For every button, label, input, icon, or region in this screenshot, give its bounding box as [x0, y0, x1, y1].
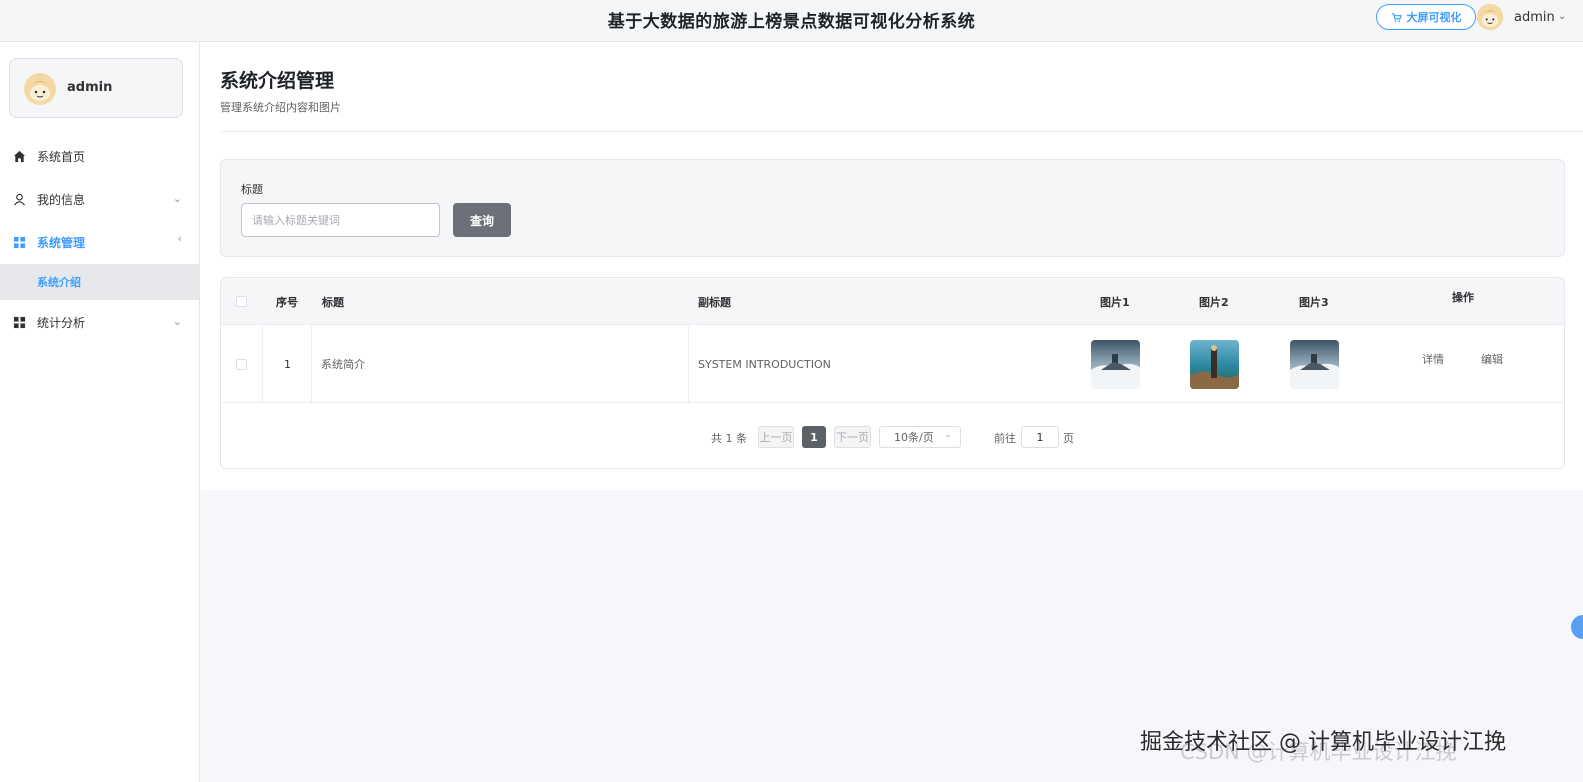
table-header: 序号 标题 副标题 图片1 图片2 图片3 操作: [221, 278, 1564, 325]
top-header: 基于大数据的旅游上榜景点数据可视化分析系统 大屏可视化 admin ⌄: [0, 0, 1583, 42]
row-image2[interactable]: [1190, 325, 1239, 403]
sidebar-item-my-info[interactable]: 我的信息 ⌄: [0, 179, 199, 219]
home-icon: [12, 149, 26, 163]
floating-action-button[interactable]: [1571, 615, 1583, 639]
user-icon: [12, 192, 26, 206]
big-screen-button[interactable]: 大屏可视化: [1376, 4, 1476, 30]
row-image3[interactable]: [1290, 325, 1339, 403]
sidebar-item-statistics[interactable]: 统计分析 ⌄: [0, 302, 199, 342]
row-subtitle: SYSTEM INTRODUCTION: [698, 357, 831, 371]
select-all-checkbox[interactable]: [236, 278, 247, 325]
image-thumbnail[interactable]: [1290, 339, 1339, 389]
profile-card: admin: [9, 58, 183, 118]
search-input[interactable]: [241, 203, 440, 237]
header-username[interactable]: admin: [1514, 10, 1555, 25]
prev-page-button[interactable]: 上一页: [758, 426, 794, 448]
row-title: 系统简介: [321, 358, 365, 371]
chevron-down-icon: ⌄: [172, 315, 182, 328]
goto-label: 前往: [994, 432, 1016, 445]
next-page-button[interactable]: 下一页: [834, 426, 871, 448]
sidebar-item-label: 系统首页: [37, 149, 86, 164]
sidebar-item-home[interactable]: 系统首页: [0, 136, 199, 176]
sidebar-item-system-intro[interactable]: 系统介绍: [0, 264, 199, 300]
detail-link[interactable]: 详情: [1422, 325, 1444, 393]
sidebar-item-label: 我的信息: [37, 192, 86, 207]
detail-link-label[interactable]: 详情: [1422, 351, 1444, 367]
chevron-down-icon[interactable]: ⌄: [1558, 11, 1566, 22]
data-table: 序号 标题 副标题 图片1 图片2 图片3 操作 1 系统简介 SYSTEM I…: [220, 277, 1565, 469]
checkbox[interactable]: [236, 358, 247, 370]
goto-page-input[interactable]: 1: [1021, 426, 1059, 448]
column-header-operations: 操作: [1452, 291, 1474, 304]
pagination-total: 共 1 条: [711, 432, 747, 445]
avatar: [24, 73, 56, 105]
column-header-index: 序号: [276, 295, 298, 309]
column-header-image1: 图片1: [1100, 295, 1130, 309]
watermark: 掘金技术社区 @ 计算机毕业设计江挽: [1140, 730, 1506, 755]
chevron-down-icon: ⌄: [172, 192, 182, 205]
cart-icon: [1391, 12, 1402, 22]
sidebar: admin 系统首页 我的信息 ⌄ 系统管理 ‹ 系统介绍 统计分析 ⌄: [0, 42, 200, 782]
page-size-select[interactable]: 10条/页 ⌄: [879, 426, 961, 448]
row-checkbox-cell[interactable]: [236, 325, 247, 403]
main-content: 系统介绍管理 管理系统介绍内容和图片 标题 查询 序号 标题 副标题 图片1 图…: [200, 42, 1583, 490]
row-index: 1: [284, 357, 291, 371]
pagination: 共 1 条 上一页 1 下一页 10条/页 ⌄ 前往 1 页: [221, 426, 1564, 448]
divider: [220, 131, 1583, 132]
edit-link-label[interactable]: 编辑: [1481, 351, 1503, 367]
grid-icon: [12, 235, 26, 249]
search-panel: 标题 查询: [220, 159, 1565, 257]
goto-unit-label: 页: [1063, 432, 1074, 445]
app-title: 基于大数据的旅游上榜景点数据可视化分析系统: [607, 12, 976, 32]
search-button[interactable]: 查询: [453, 203, 511, 237]
chevron-left-icon: ‹: [177, 232, 182, 245]
profile-name: admin: [67, 80, 113, 95]
image-thumbnail[interactable]: [1091, 339, 1140, 389]
table-row[interactable]: 1 系统简介 SYSTEM INTRODUCTION 详情 编辑: [221, 325, 1564, 403]
search-label: 标题: [241, 183, 263, 196]
chevron-down-icon: ⌄: [944, 430, 952, 440]
sidebar-item-system-management[interactable]: 系统管理 ‹: [0, 222, 199, 262]
column-header-subtitle: 副标题: [698, 295, 731, 309]
sidebar-item-label: 系统管理: [37, 235, 86, 250]
row-image1[interactable]: [1091, 325, 1140, 403]
sidebar-item-label: 统计分析: [37, 315, 86, 330]
checkbox[interactable]: [236, 296, 247, 307]
avatar[interactable]: [1476, 3, 1504, 31]
grid-icon: [12, 315, 26, 329]
column-header-image2: 图片2: [1199, 295, 1229, 309]
edit-link[interactable]: 编辑: [1481, 325, 1503, 393]
image-thumbnail[interactable]: [1190, 339, 1239, 389]
column-header-title: 标题: [322, 295, 344, 309]
page-number-current[interactable]: 1: [802, 426, 826, 448]
page-title: 系统介绍管理: [220, 70, 335, 92]
big-screen-label: 大屏可视化: [1406, 11, 1462, 24]
page-size-value: 10条/页: [894, 431, 934, 444]
column-header-image3: 图片3: [1299, 295, 1329, 309]
page-subtitle: 管理系统介绍内容和图片: [220, 101, 341, 114]
